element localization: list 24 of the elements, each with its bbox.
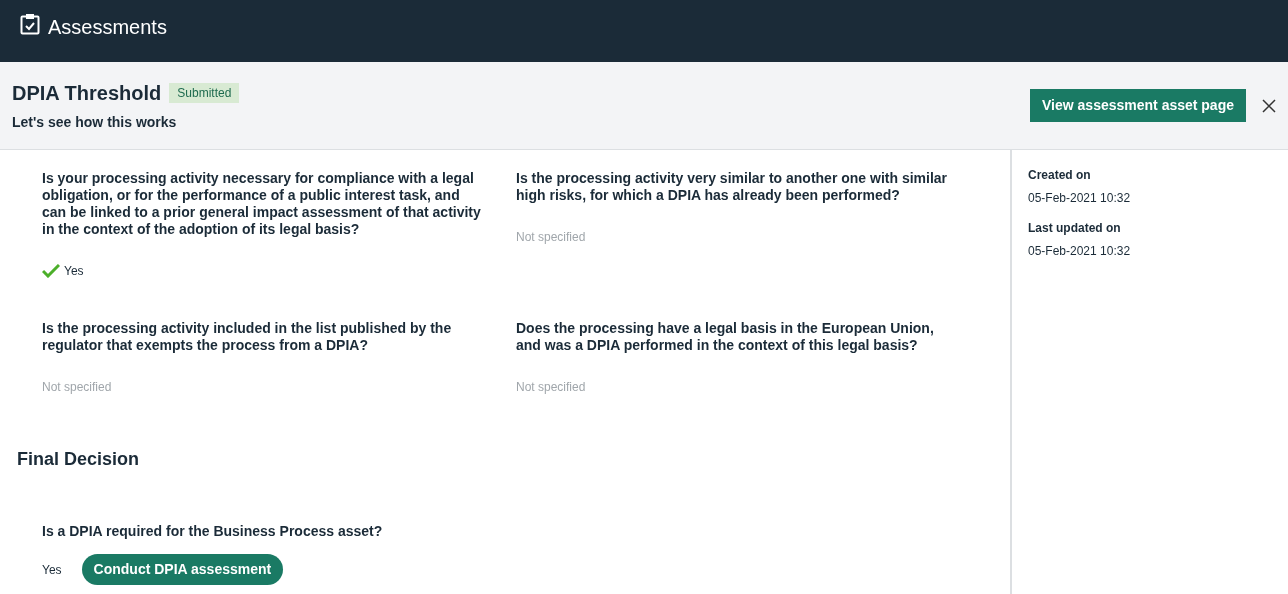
clipboard-icon [20, 13, 40, 35]
status-badge: Submitted [169, 83, 240, 103]
detail-label: Created on [1028, 167, 1092, 184]
question-text: Does the processing have a legal basis in the European Union, and was a DPIA performed in the context of this legal basis? [516, 320, 935, 354]
section-heading: Final Decision [17, 448, 141, 471]
detail-value: 05-Feb-2021 10:32 [1028, 243, 1132, 260]
answer-text: Not specified [42, 379, 113, 396]
answer-text: Not specified [516, 229, 587, 246]
check-icon [42, 264, 60, 278]
page-subtitle: Let's see how this works [12, 113, 178, 132]
question-text: Is a DPIA required for the Business Process asset? [42, 522, 384, 541]
question-text: Is your processing activity necessary for compliance with a legal obligation, or for the performance of a public interest task, and can be linked to a prior general impact assessment of that activity in the context of the adoption of its legal basis? [42, 170, 482, 238]
question-text: Is the processing activity very similar to another one with similar high risks, for which a DPIA has already been performed? [516, 170, 949, 204]
conduct-assessment-button[interactable]: Conduct DPIA assessment [81, 554, 284, 585]
answer-text: Yes [42, 561, 62, 579]
detail-value: 05-Feb-2021 10:32 [1028, 190, 1132, 207]
question-text: Is the processing activity included in the list published by the regulator that exempts the process from a DPIA? [42, 320, 453, 354]
page-title: DPIA Threshold [12, 81, 162, 106]
answer-text: Yes [64, 263, 84, 280]
close-icon[interactable] [1262, 98, 1276, 113]
app-title: Assessments [48, 15, 167, 40]
detail-label: Last updated on [1028, 220, 1122, 237]
view-asset-button[interactable]: View assessment asset page [1030, 89, 1246, 122]
answer-text: Not specified [516, 379, 587, 396]
